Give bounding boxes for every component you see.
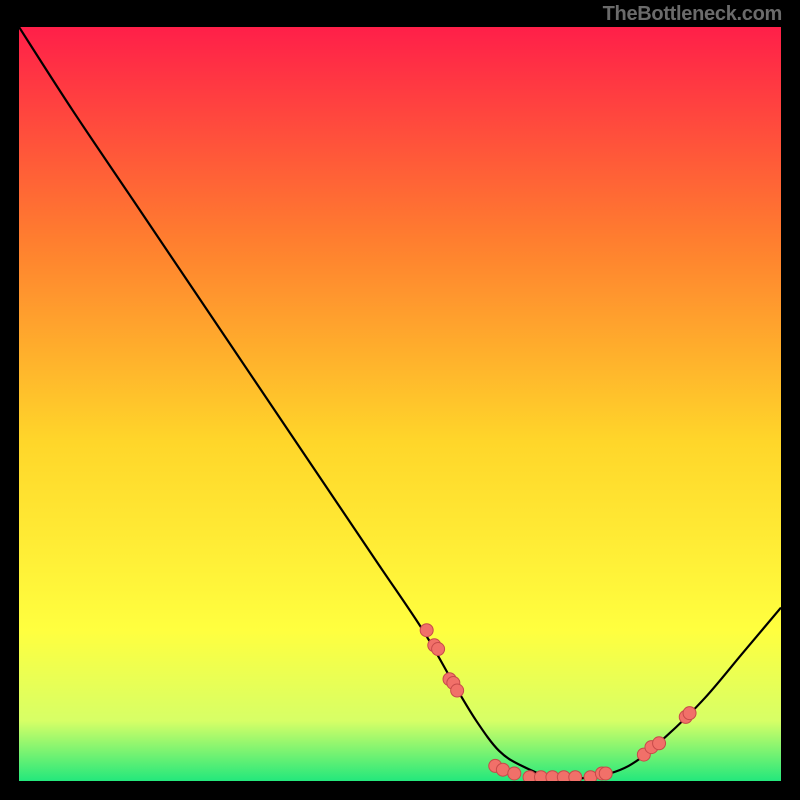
chart-frame	[17, 25, 783, 783]
data-point	[451, 684, 464, 697]
attribution-label: TheBottleneck.com	[603, 3, 782, 26]
data-point	[546, 771, 559, 781]
data-point	[569, 771, 582, 781]
bottleneck-chart	[19, 27, 781, 781]
data-point	[557, 771, 570, 781]
data-point	[599, 767, 612, 780]
data-point	[432, 643, 445, 656]
data-point	[523, 771, 536, 781]
gradient-background	[19, 27, 781, 781]
data-point	[683, 707, 696, 720]
data-point	[653, 737, 666, 750]
data-point	[508, 767, 521, 780]
data-point	[420, 624, 433, 637]
data-point	[534, 771, 547, 781]
